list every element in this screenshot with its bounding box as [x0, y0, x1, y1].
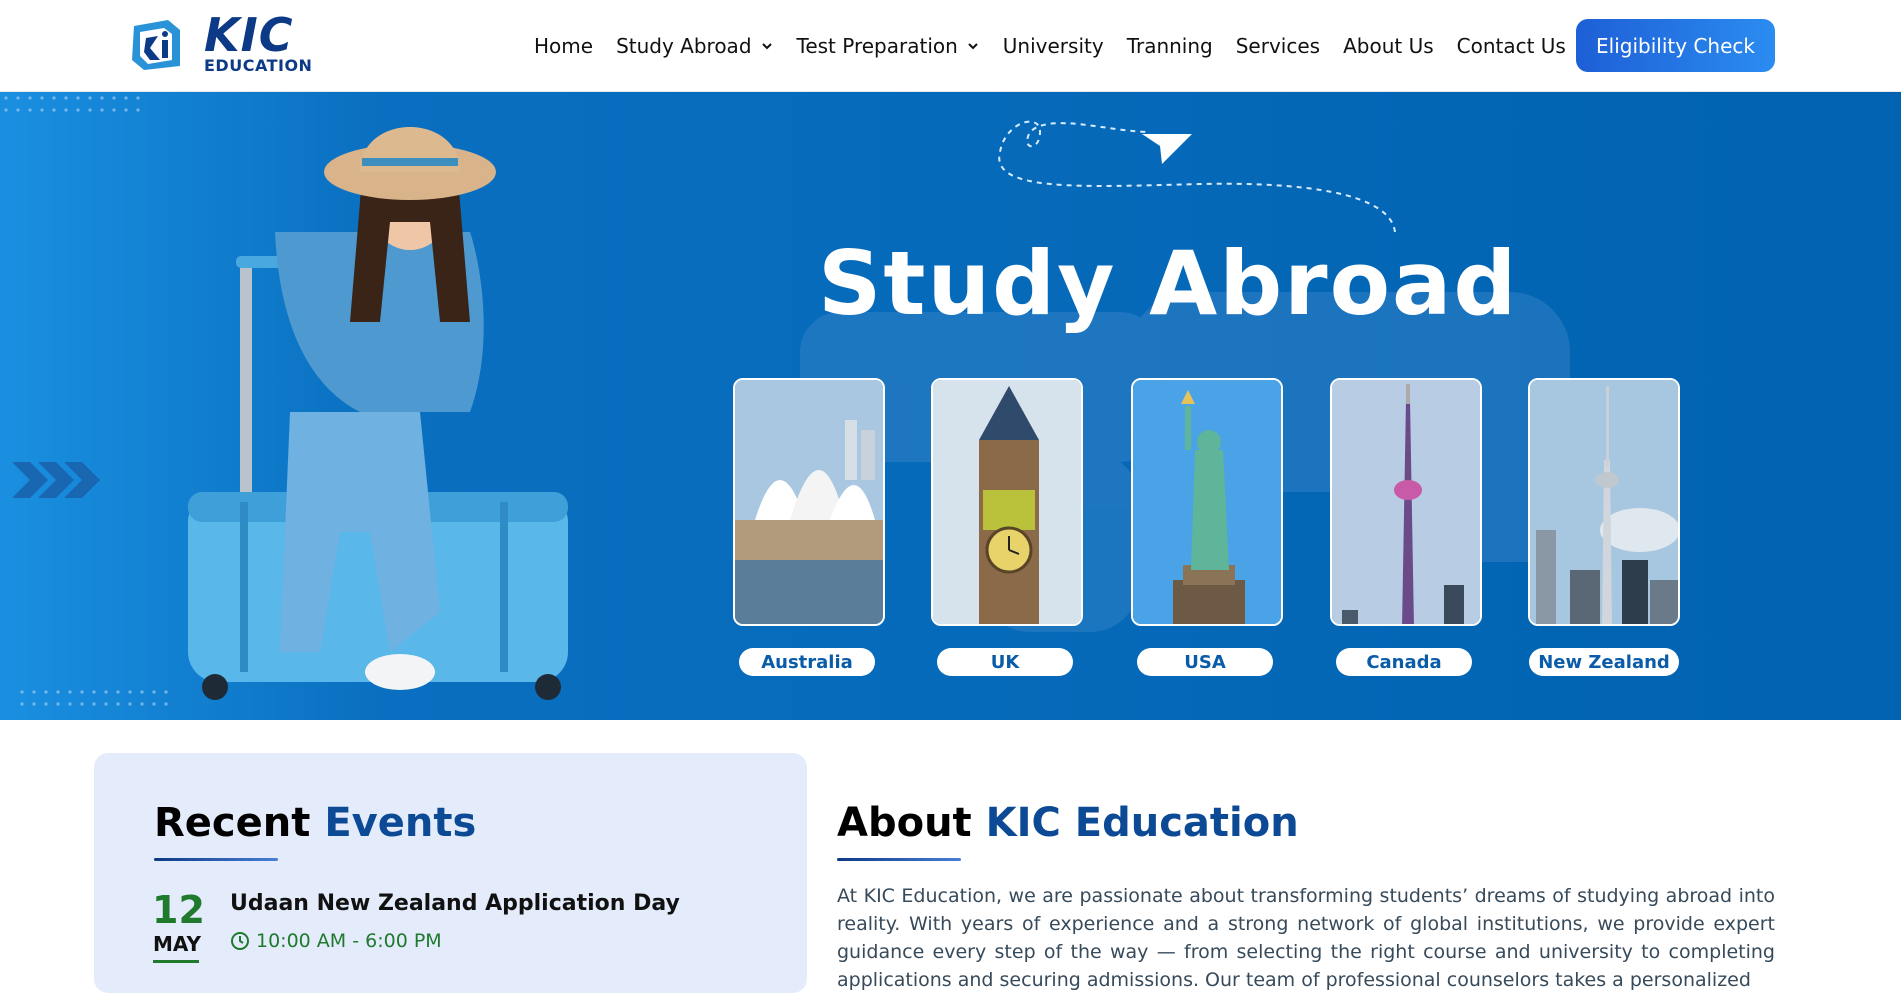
country-card-usa[interactable] — [1131, 378, 1283, 626]
about-heading-b: KIC Education — [985, 800, 1299, 846]
nav-home-label: Home — [534, 34, 594, 58]
hero-title: Study Abroad — [818, 232, 1519, 335]
country-label-uk[interactable]: UK — [937, 648, 1073, 676]
chevron-down-icon — [968, 43, 978, 50]
nav-home[interactable]: Home — [534, 34, 593, 58]
event-day: 12 — [152, 888, 205, 932]
country-card-new-zealand[interactable] — [1528, 378, 1680, 626]
hero-banner: Study Abroad Australia UK USA Canada New… — [0, 92, 1901, 720]
event-time: 10:00 AM - 6:00 PM — [230, 930, 442, 952]
dot-grid-decor — [4, 96, 168, 706]
event-title[interactable]: Udaan New Zealand Application Day — [230, 891, 680, 916]
recent-events-heading-a: Recent — [154, 800, 311, 846]
nav-training[interactable]: Tranning — [1127, 34, 1213, 58]
site-header: KIC EDUCATION Home Study Abroad Test Pre… — [0, 0, 1901, 92]
paper-plane-icon — [1142, 134, 1192, 164]
about-heading-a: About — [837, 800, 972, 846]
nav-services-label: Services — [1235, 34, 1321, 58]
event-month: MAY — [153, 932, 201, 956]
country-card-australia[interactable] — [733, 378, 885, 626]
about-heading: About KIC Education — [837, 800, 1299, 846]
brand-subtitle: EDUCATION — [204, 56, 313, 75]
statue-of-liberty-image — [1133, 380, 1281, 624]
nav-test-preparation-label: Test Preparation — [796, 34, 958, 58]
student-with-suitcase-image — [188, 127, 568, 700]
nav-services[interactable]: Services — [1236, 34, 1320, 58]
nav-about-us[interactable]: About Us — [1343, 34, 1434, 58]
flight-path — [998, 120, 1396, 233]
nav-training-label: Tranning — [1126, 34, 1213, 58]
brand-name: KIC — [204, 8, 294, 62]
country-label-canada[interactable]: Canada — [1336, 648, 1472, 676]
clock-icon — [231, 932, 249, 950]
nav-university[interactable]: University — [1003, 34, 1104, 58]
sky-tower-image — [1530, 380, 1678, 624]
nav-university-label: University — [1002, 34, 1104, 58]
big-ben-image — [933, 380, 1081, 624]
country-label-usa[interactable]: USA — [1137, 648, 1273, 676]
nav-contact-us-label: Contact Us — [1456, 34, 1566, 58]
main-nav: Home Study Abroad Test Preparation Unive… — [534, 26, 1589, 66]
about-paragraph: At KIC Education, we are passionate abou… — [837, 885, 1775, 991]
event-date-underline — [153, 960, 199, 963]
nav-contact-us[interactable]: Contact Us — [1457, 34, 1566, 58]
nav-about-us-label: About Us — [1343, 34, 1434, 58]
kic-logo-icon — [132, 20, 180, 70]
cn-tower-image — [1332, 380, 1480, 624]
heading-underline — [154, 858, 278, 861]
event-time-label: 10:00 AM - 6:00 PM — [256, 930, 442, 952]
chevron-down-icon — [761, 43, 772, 50]
brand-logo[interactable]: KIC EDUCATION — [128, 8, 312, 78]
recent-events-heading-b: Events — [324, 800, 477, 846]
heading-underline — [837, 858, 961, 861]
nav-test-preparation[interactable]: Test Preparation — [797, 34, 980, 58]
sydney-opera-house-image — [735, 380, 883, 624]
chevron-arrows-decor — [12, 462, 100, 498]
nav-study-abroad[interactable]: Study Abroad — [616, 34, 773, 58]
recent-events-heading: Recent Events — [154, 800, 476, 846]
country-card-canada[interactable] — [1330, 378, 1482, 626]
recent-events-panel — [94, 753, 807, 993]
eligibility-check-button[interactable]: Eligibility Check — [1576, 19, 1775, 72]
nav-study-abroad-label: Study Abroad — [616, 34, 752, 58]
country-label-new-zealand[interactable]: New Zealand — [1529, 648, 1679, 676]
country-label-australia[interactable]: Australia — [739, 648, 875, 676]
country-card-uk[interactable] — [931, 378, 1083, 626]
